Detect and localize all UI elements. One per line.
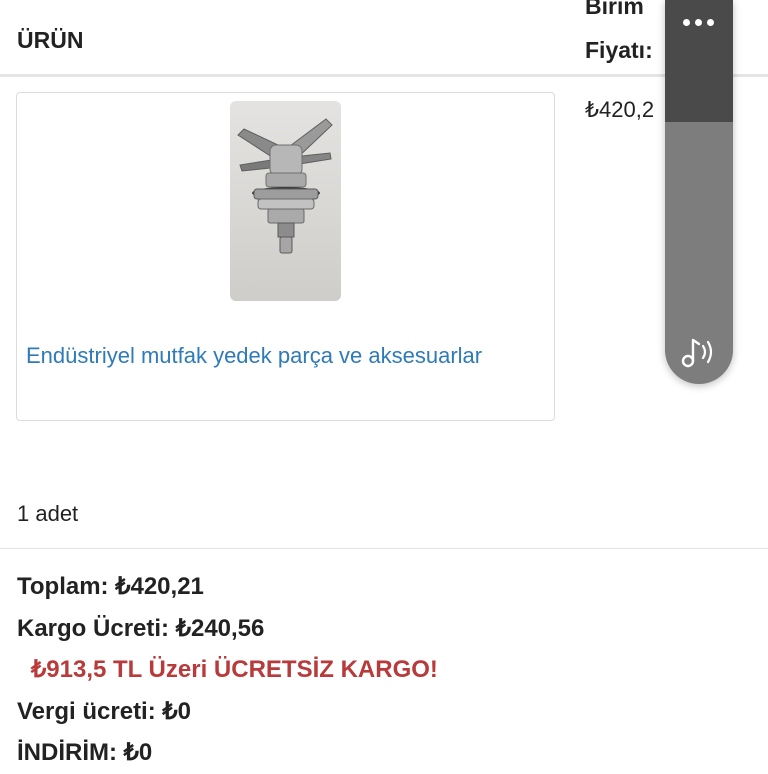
more-dots-icon[interactable] [683, 19, 715, 29]
table-header-row: ÜRÜN Birim Fiyatı: [0, 0, 768, 77]
product-name-link[interactable]: Endüstriyel mutfak yedek parça ve aksesu… [26, 337, 506, 374]
column-header-product: ÜRÜN [17, 27, 84, 53]
summary-discount: İNDİRİM: ₺0 [17, 739, 153, 766]
floating-audio-panel[interactable] [665, 0, 733, 384]
order-summary: Toplam: ₺420,21 Kargo Ücreti: ₺240,56 ₺9… [17, 566, 438, 774]
quantity-value: 1 adet [17, 501, 79, 526]
music-note-sound-icon[interactable] [679, 334, 719, 370]
column-header-unit-price: Birim Fiyatı: [585, 0, 653, 72]
summary-tax: Vergi ücreti: ₺0 [17, 697, 191, 725]
column-header-unit-price-line2: Fiyatı: [585, 37, 653, 63]
product-image[interactable] [230, 101, 341, 301]
blender-blade-image [237, 118, 333, 254]
column-header-unit-price-line1: Birim [585, 0, 644, 19]
summary-total: Toplam: ₺420,21 [17, 573, 204, 600]
product-card[interactable]: Endüstriyel mutfak yedek parça ve aksesu… [16, 92, 555, 421]
section-divider [0, 548, 768, 549]
free-shipping-note: ₺913,5 TL Üzeri ÜCRETSİZ KARGO! [31, 656, 438, 683]
summary-shipping: Kargo Ücreti: ₺240,56 [17, 614, 265, 642]
unit-price-value: ₺420,2 [585, 97, 655, 122]
